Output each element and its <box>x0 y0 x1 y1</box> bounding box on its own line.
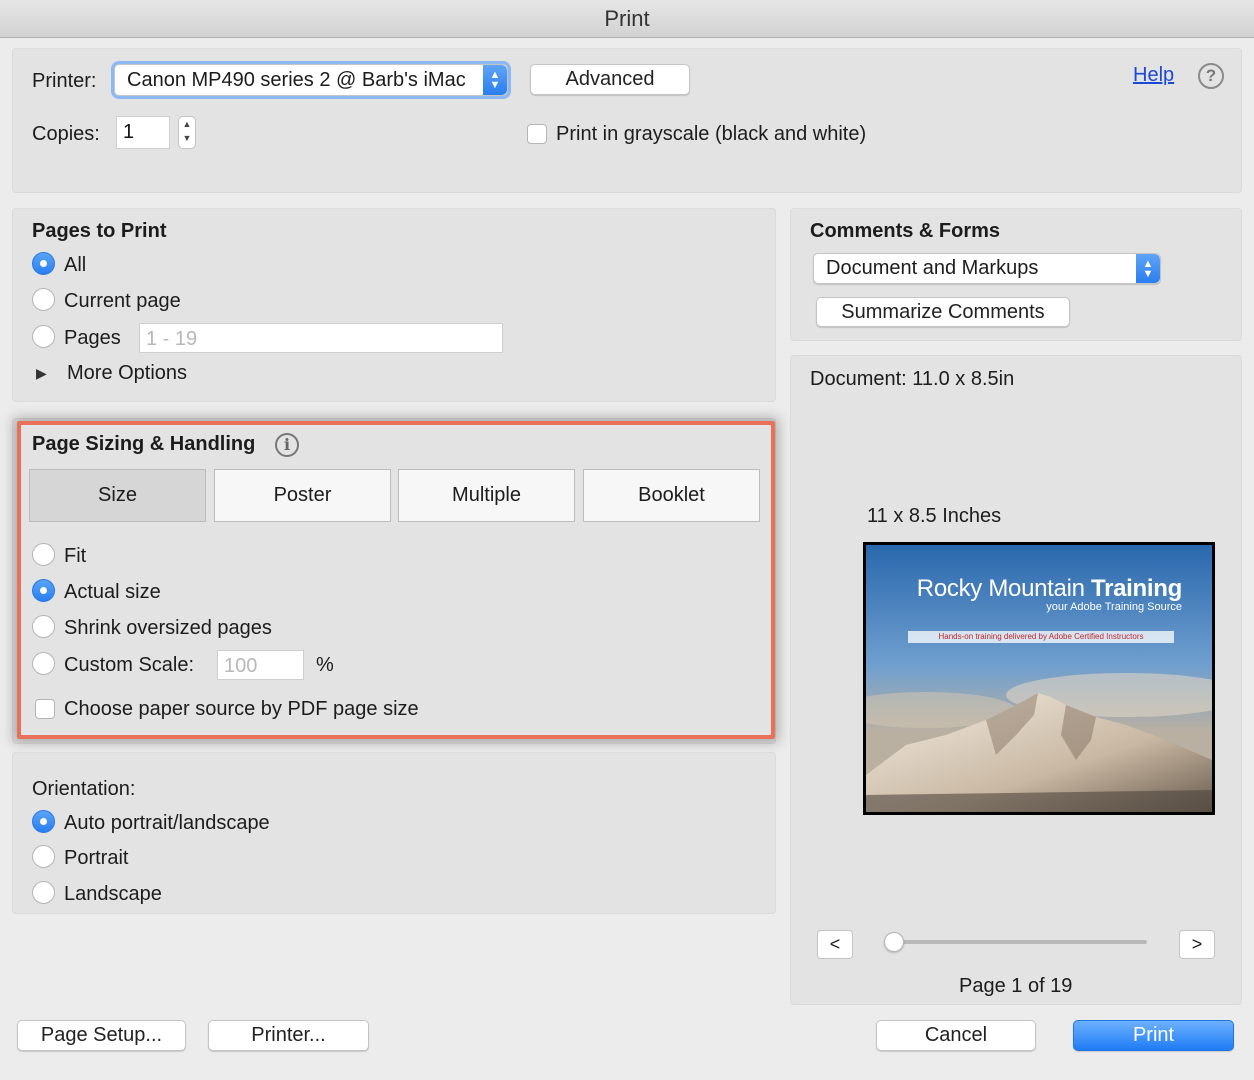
radio-portrait[interactable] <box>32 845 55 868</box>
radio-auto-orientation-label: Auto portrait/landscape <box>64 812 270 834</box>
chevron-updown-icon: ▲ ▼ <box>483 65 507 95</box>
preview-title: Rocky Mountain Training <box>916 575 1183 603</box>
prev-page-button[interactable]: < <box>817 930 853 959</box>
info-icon[interactable]: i <box>275 433 299 457</box>
radio-custom-scale[interactable] <box>32 652 55 675</box>
tab-poster[interactable]: Poster <box>214 469 391 522</box>
page-slider-track[interactable] <box>885 940 1147 944</box>
paper-source-label: Choose paper source by PDF page size <box>64 698 419 720</box>
radio-shrink-oversized[interactable] <box>32 615 55 638</box>
comments-forms-select-value: Document and Markups <box>826 257 1039 279</box>
percent-label: % <box>316 654 334 676</box>
orientation-heading: Orientation: <box>32 778 136 800</box>
window-title: Print <box>0 0 1254 38</box>
pages-range-input[interactable]: 1 - 19 <box>139 323 503 353</box>
preview-band: Hands-on training delivered by Adobe Cer… <box>908 631 1174 643</box>
tab-booklet[interactable]: Booklet <box>583 469 760 522</box>
radio-current-page[interactable] <box>32 288 55 311</box>
comments-forms-select[interactable]: Document and Markups ▲ ▼ <box>813 253 1161 284</box>
summarize-comments-button[interactable]: Summarize Comments <box>816 297 1070 327</box>
radio-all-label: All <box>64 254 87 276</box>
preview-title-light: Rocky Mountain <box>916 575 1092 602</box>
comments-forms-heading: Comments & Forms <box>810 220 1001 242</box>
radio-custom-scale-label: Custom Scale: <box>64 654 195 676</box>
radio-fit[interactable] <box>32 543 55 566</box>
disclosure-triangle-icon[interactable]: ▶ <box>36 365 47 382</box>
preview-image: Rocky Mountain Training your Adobe Train… <box>866 545 1212 812</box>
copies-stepper[interactable]: ▲ ▼ <box>178 116 196 149</box>
advanced-button[interactable]: Advanced <box>530 64 690 95</box>
radio-landscape-label: Landscape <box>64 883 162 905</box>
copies-input[interactable]: 1 <box>116 116 170 149</box>
printer-button[interactable]: Printer... <box>208 1020 369 1051</box>
page-status: Page 1 of 19 <box>959 975 1073 997</box>
grayscale-checkbox[interactable] <box>527 124 547 144</box>
radio-pages-label: Pages <box>64 327 121 349</box>
question-circle-icon[interactable]: ? <box>1198 63 1224 89</box>
page-preview: Rocky Mountain Training your Adobe Train… <box>863 542 1215 815</box>
page-sizing-heading: Page Sizing & Handling <box>32 433 256 455</box>
radio-fit-label: Fit <box>64 545 87 567</box>
next-page-button[interactable]: > <box>1179 930 1215 959</box>
help-link[interactable]: Help <box>1133 64 1174 87</box>
page-slider-knob[interactable] <box>884 932 904 952</box>
preview-subtitle: your Adobe Training Source <box>1046 601 1182 613</box>
grayscale-label: Print in grayscale (black and white) <box>556 123 867 145</box>
more-options-label[interactable]: More Options <box>67 362 187 385</box>
printer-label: Printer: <box>32 70 97 92</box>
radio-actual-size[interactable] <box>32 579 55 602</box>
radio-actual-size-label: Actual size <box>64 581 161 603</box>
copies-label: Copies: <box>32 123 100 145</box>
print-button[interactable]: Print <box>1073 1020 1234 1051</box>
page-setup-button[interactable]: Page Setup... <box>17 1020 186 1051</box>
chevron-updown-icon: ▲ ▼ <box>1136 254 1160 283</box>
paper-source-checkbox[interactable] <box>35 699 55 719</box>
preview-title-bold: Training <box>1091 575 1182 602</box>
radio-portrait-label: Portrait <box>64 847 129 869</box>
tab-size[interactable]: Size <box>29 469 206 522</box>
paper-size-label: 11 x 8.5 Inches <box>867 505 1002 527</box>
printer-select-value: Canon MP490 series 2 @ Barb's iMac <box>127 69 466 91</box>
radio-all[interactable] <box>32 252 55 275</box>
document-size-label: Document: 11.0 x 8.5in <box>810 368 1015 390</box>
radio-shrink-oversized-label: Shrink oversized pages <box>64 617 272 639</box>
radio-landscape[interactable] <box>32 881 55 904</box>
radio-pages[interactable] <box>32 325 55 348</box>
pages-to-print-heading: Pages to Print <box>32 220 167 242</box>
radio-current-page-label: Current page <box>64 290 181 312</box>
radio-auto-orientation[interactable] <box>32 810 55 833</box>
tab-multiple[interactable]: Multiple <box>398 469 575 522</box>
printer-select[interactable]: Canon MP490 series 2 @ Barb's iMac ▲ ▼ <box>114 64 508 96</box>
custom-scale-input[interactable]: 100 <box>217 650 304 680</box>
cancel-button[interactable]: Cancel <box>876 1020 1036 1051</box>
